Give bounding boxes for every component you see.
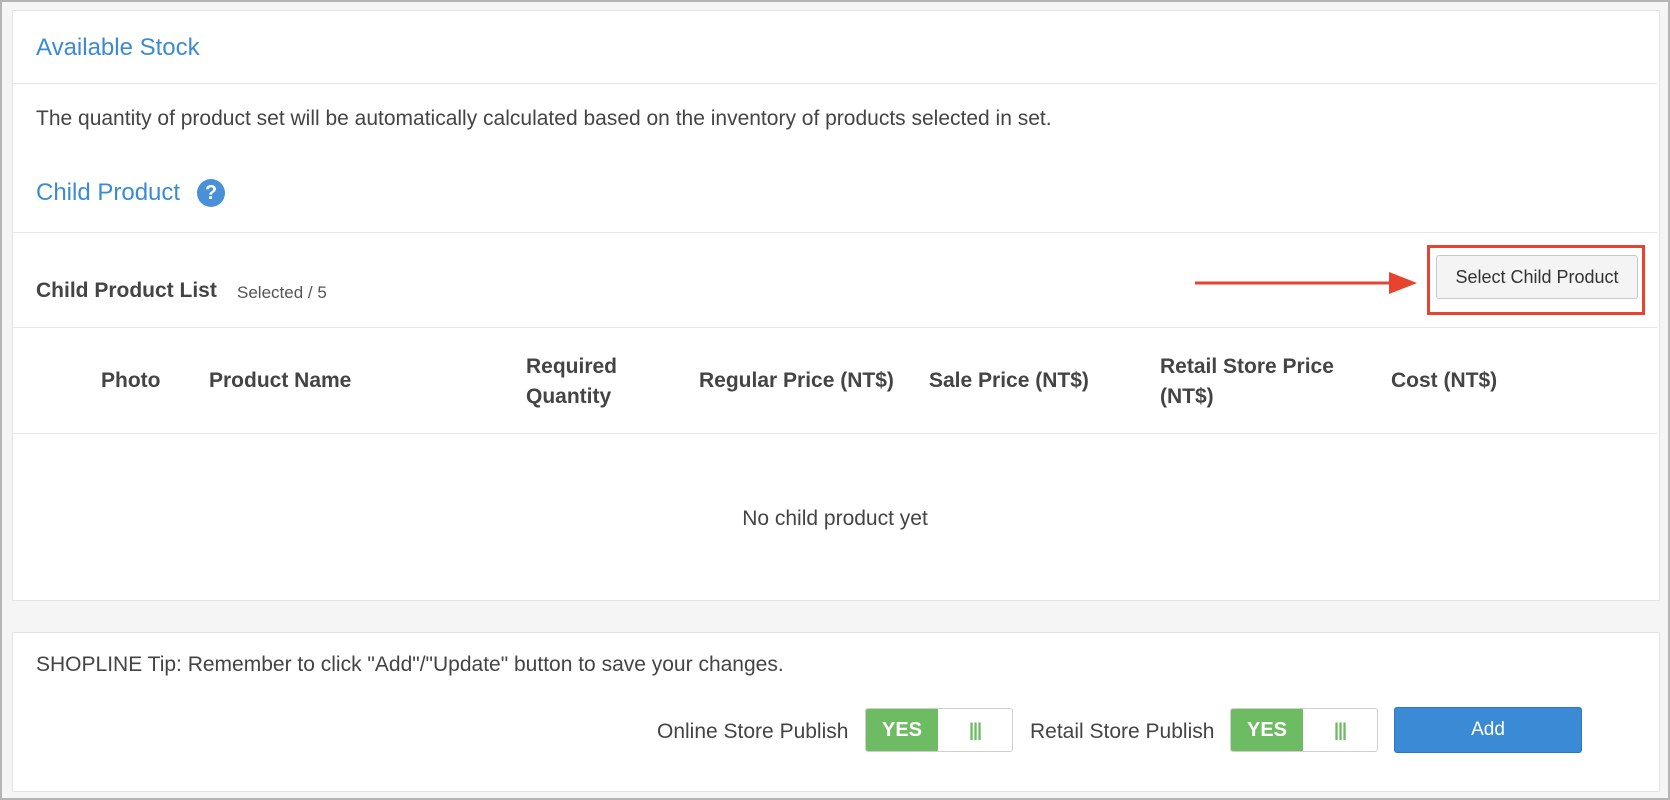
retail-store-publish-label: Retail Store Publish — [1030, 720, 1215, 743]
select-child-product-button[interactable]: Select Child Product — [1436, 255, 1638, 299]
empty-table-message: No child product yet — [742, 507, 928, 530]
column-header-photo: Photo — [101, 369, 161, 392]
column-header-sale-price: Sale Price (NT$) — [929, 369, 1089, 392]
column-header-retail-store-price: Retail Store Price (NT$) — [1160, 355, 1334, 408]
divider — [13, 327, 1657, 328]
shopline-tip: SHOPLINE Tip: Remember to click "Add"/"U… — [36, 653, 784, 676]
child-product-title: Child Product — [36, 179, 181, 206]
online-store-publish-label: Online Store Publish — [657, 720, 849, 743]
toggle-yes-label: YES — [866, 709, 938, 751]
divider — [13, 232, 1657, 233]
add-button[interactable]: Add — [1394, 707, 1582, 753]
divider — [13, 83, 1657, 84]
divider — [13, 433, 1657, 434]
column-header-required-quantity: Required Quantity — [526, 355, 618, 408]
toggle-grip-icon: ||| — [1333, 719, 1347, 740]
available-stock-title: Available Stock — [36, 34, 200, 61]
column-header-cost: Cost (NT$) — [1391, 369, 1498, 392]
child-product-list-title: Child Product List — [36, 279, 217, 302]
available-stock-description: The quantity of product set will be auto… — [36, 107, 1052, 130]
toggle-grip-icon: ||| — [968, 719, 982, 740]
online-store-publish-toggle[interactable]: YES ||| — [865, 708, 1013, 752]
toggle-yes-label: YES — [1231, 709, 1303, 751]
selected-count: Selected / 5 — [237, 283, 327, 302]
column-header-product-name: Product Name — [209, 369, 352, 392]
question-circle-icon[interactable]: ? — [197, 179, 225, 207]
column-header-regular-price: Regular Price (NT$) — [699, 369, 894, 392]
arrow-right-icon — [1195, 272, 1417, 294]
retail-store-publish-toggle[interactable]: YES ||| — [1230, 708, 1378, 752]
